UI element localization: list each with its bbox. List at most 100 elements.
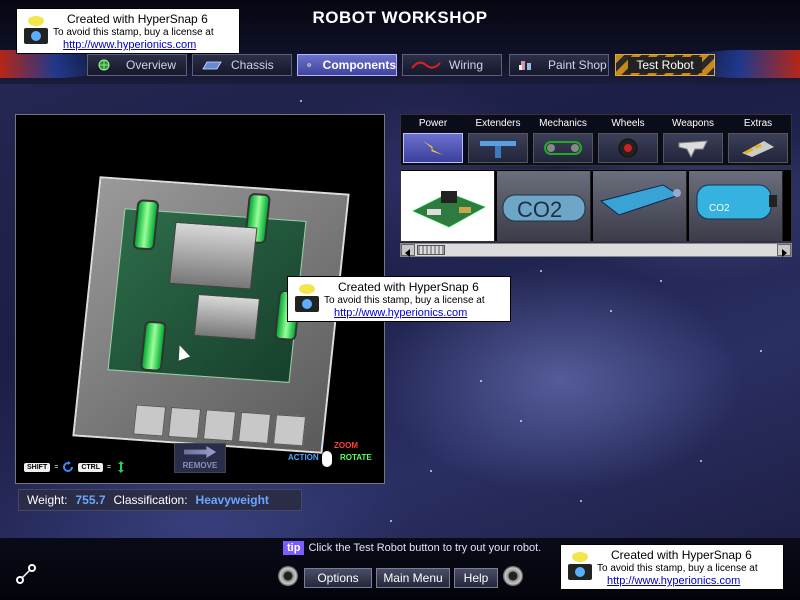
vertical-arrows-icon (118, 461, 125, 473)
tip-text: Click the Test Robot button to try out y… (308, 542, 542, 554)
gear-icon (307, 63, 311, 67)
robot-stud (237, 411, 272, 444)
tank-icon (599, 184, 681, 216)
classification-value: Heavyweight (195, 493, 269, 507)
classification-label: Classification: (113, 493, 188, 507)
category-power[interactable]: Power (401, 115, 465, 165)
ctrl-key: CTRL (78, 462, 103, 472)
help-button[interactable]: Help (454, 568, 498, 588)
robot-stats-bar: Weight: 755.7 Classification: Heavyweigh… (18, 489, 302, 511)
part-item-co2-tank[interactable]: CO2 (689, 171, 783, 241)
tab-overview[interactable]: Overview (87, 54, 187, 76)
blade-icon (678, 140, 708, 159)
chassis-icon (202, 61, 222, 70)
arrow-right-icon (184, 446, 216, 458)
watermark-line2: To avoid this stamp, buy a license at (53, 27, 214, 38)
category-label: Mechanics (539, 118, 587, 129)
category-weapons[interactable]: Weapons (661, 115, 725, 165)
action-label: ACTION (288, 453, 319, 462)
category-wheels[interactable]: Wheels (596, 115, 660, 165)
remove-button[interactable]: REMOVE (174, 443, 226, 473)
robot-stud (132, 404, 167, 437)
watermark-stamp: Created with HyperSnap 6 To avoid this s… (287, 276, 511, 322)
robot-stud (167, 406, 202, 439)
watermark-line2: To avoid this stamp, buy a license at (324, 295, 485, 306)
options-button[interactable]: Options (304, 568, 372, 588)
shift-ctrl-hint: SHIFT = CTRL = (24, 461, 127, 473)
lightning-icon (423, 141, 443, 155)
main-menu-button[interactable]: Main Menu (376, 568, 450, 588)
hazard-icon (742, 141, 774, 157)
part-item-tank[interactable] (593, 171, 687, 241)
extender-icon (480, 141, 516, 158)
tab-test-robot[interactable]: Test Robot (615, 54, 715, 76)
remove-label: REMOVE (182, 461, 218, 470)
category-label: Wheels (611, 118, 645, 129)
tab-label: Test Robot (628, 57, 702, 73)
zoom-label: ZOOM (334, 441, 358, 450)
equals-sign: = (107, 463, 112, 471)
category-mechanics[interactable]: Mechanics (531, 115, 595, 165)
tab-label: Paint Shop (548, 58, 607, 72)
tab-label: Overview (126, 58, 177, 72)
logo-swirl-icon (14, 562, 40, 586)
paint-icon (519, 61, 531, 70)
tip-bar: tip Click the Test Robot button to try o… (283, 541, 541, 555)
weight-label: Weight: (27, 493, 68, 507)
tab-components[interactable]: Components (297, 54, 397, 76)
tab-paint-shop[interactable]: Paint Shop (509, 54, 609, 76)
rotate-icon (63, 461, 74, 472)
svg-text:CO2: CO2 (517, 197, 562, 222)
watermark-line2: To avoid this stamp, buy a license at (597, 563, 758, 574)
category-label: Extras (743, 118, 773, 129)
robot-part (168, 221, 258, 290)
tab-label: Chassis (231, 58, 274, 72)
wire-icon (411, 61, 441, 69)
watermark-line1: Created with HyperSnap 6 (67, 12, 208, 26)
part-item-co2-canister[interactable]: CO2 (497, 171, 591, 241)
robot-part (193, 293, 261, 341)
parts-scrollbar[interactable] (400, 243, 792, 257)
robot-stud (202, 409, 237, 442)
equals-sign: = (54, 463, 59, 471)
mouse-controls-hint: ZOOM ACTION ROTATE (288, 441, 378, 473)
weight-value: 755.7 (75, 493, 106, 507)
circuit-board-icon (412, 191, 486, 228)
watermark-link[interactable]: http://www.hyperionics.com (63, 39, 196, 51)
category-extenders[interactable]: Extenders (466, 115, 530, 165)
part-item-circuit-board[interactable] (401, 171, 495, 241)
svg-text:CO2: CO2 (709, 203, 730, 214)
gear-icon (278, 566, 298, 586)
co2-tank-icon: CO2 (696, 184, 777, 220)
part-category-tabs: Power Extenders Mechanics Wheels Weapons… (400, 114, 792, 166)
category-extras[interactable]: Extras (726, 115, 790, 165)
tab-wiring[interactable]: Wiring (402, 54, 502, 76)
scroll-left-button[interactable] (401, 244, 415, 257)
scroll-thumb[interactable] (417, 245, 445, 255)
watermark-link[interactable]: http://www.hyperionics.com (607, 575, 740, 587)
gear-icon (503, 566, 523, 586)
watermark-stamp: Created with HyperSnap 6 To avoid this s… (16, 8, 240, 54)
watermark-line1: Created with HyperSnap 6 (611, 548, 752, 562)
watermark-line1: Created with HyperSnap 6 (338, 280, 479, 294)
tab-chassis[interactable]: Chassis (192, 54, 292, 76)
wheel-icon (618, 138, 638, 158)
camera-icon (295, 284, 319, 312)
mouse-icon (322, 451, 332, 467)
arrow-right-icon (782, 249, 787, 257)
shift-key: SHIFT (24, 462, 51, 472)
category-label: Weapons (671, 118, 715, 129)
arrow-left-icon (405, 249, 410, 257)
watermark-link[interactable]: http://www.hyperionics.com (334, 307, 467, 319)
camera-icon (568, 552, 592, 580)
rotate-label: ROTATE (340, 453, 372, 462)
camera-icon (24, 16, 48, 44)
tab-label: Wiring (449, 58, 484, 72)
watermark-stamp: Created with HyperSnap 6 To avoid this s… (560, 544, 784, 590)
globe-icon (98, 59, 110, 71)
scroll-right-button[interactable] (777, 244, 791, 257)
category-label: Power (418, 118, 448, 129)
co2-canister-icon: CO2 (502, 194, 586, 222)
parts-list[interactable]: CO2 CO2 (400, 169, 792, 242)
tip-badge: tip (283, 541, 305, 555)
